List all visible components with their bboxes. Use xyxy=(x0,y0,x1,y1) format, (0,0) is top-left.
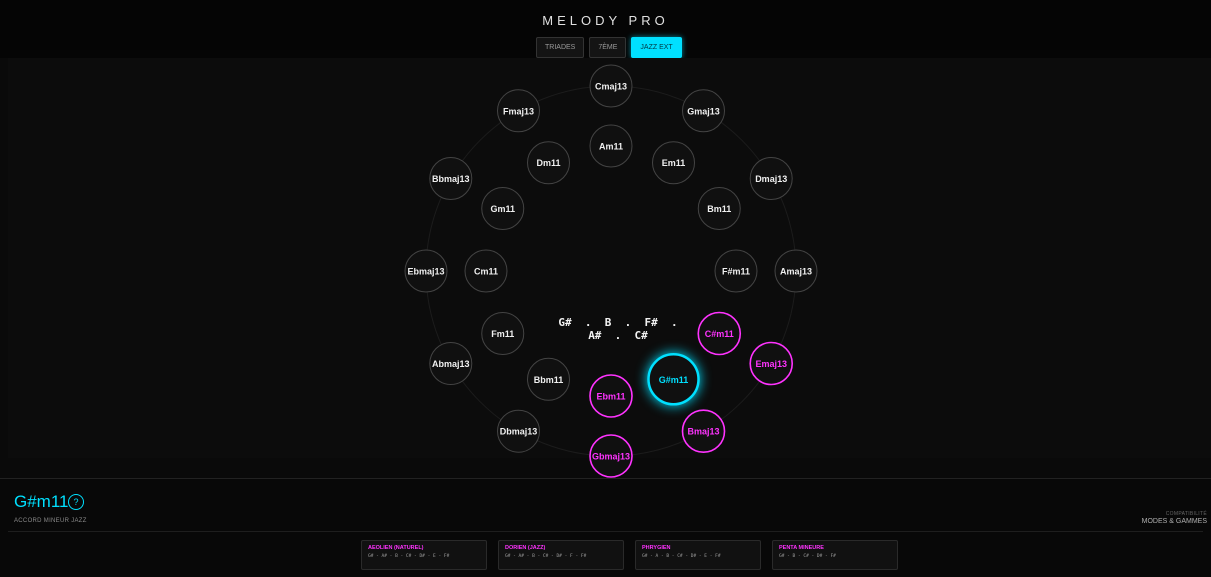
chord-label: Dmaj13 xyxy=(755,174,787,184)
chord-node-em11[interactable]: Em11 xyxy=(652,141,695,185)
chord-node-dmaj13[interactable]: Dmaj13 xyxy=(749,157,793,200)
chord-label: Ebm11 xyxy=(596,392,625,402)
chord-info-panel: G#m11 ? ACCORD MINEUR JAZZ COMPATIBILITÉ… xyxy=(0,478,1211,577)
chord-node-ebm11[interactable]: Ebm11 xyxy=(589,374,633,418)
chord-label: Bm11 xyxy=(707,204,731,214)
chord-label: Dm11 xyxy=(536,158,560,168)
chord-label: C#m11 xyxy=(705,329,734,339)
chord-node-am11[interactable]: Am11 xyxy=(589,124,633,168)
chord-label: Gbmaj13 xyxy=(592,452,630,462)
app-title: MELODY PRO xyxy=(542,13,669,28)
chord-node-bmaj13[interactable]: Bmaj13 xyxy=(681,409,726,454)
top-bar: MELODY PRO TRIADES 7ÈME JAZZ EXT xyxy=(0,0,1211,58)
chord-label: Bbm11 xyxy=(534,375,564,385)
compatibility-caption: COMPATIBILITÉ xyxy=(1165,511,1207,517)
chord-node-fm11[interactable]: Fm11 xyxy=(481,312,525,355)
chord-description: ACCORD MINEUR JAZZ xyxy=(14,518,87,524)
divider xyxy=(8,531,1203,532)
chord-label: Fm11 xyxy=(491,329,514,339)
chord-label: Amaj13 xyxy=(780,267,812,277)
chord-node-ebmaj13[interactable]: Ebmaj13 xyxy=(404,249,448,293)
chord-label: F#m11 xyxy=(722,267,750,277)
chord-label: G#m11 xyxy=(659,375,689,385)
chord-node-emaj13[interactable]: Emaj13 xyxy=(749,341,794,386)
scale-notes: G# - B - C# - D# - F# xyxy=(779,554,836,559)
scale-card-penta-mineure[interactable]: PENTA MINEURE G# - B - C# - D# - F# xyxy=(772,540,898,570)
chord-label: Bbmaj13 xyxy=(432,174,470,184)
chord-label: Am11 xyxy=(599,142,623,152)
chord-label: Emaj13 xyxy=(755,359,787,369)
scale-notes: G# - A# - B - C# - D# - F - F# xyxy=(505,554,587,559)
scale-notes: G# - A# - B - C# - D# - E - F# xyxy=(368,554,450,559)
scale-notes: G# - A - B - C# - D# - E - F# xyxy=(642,554,721,559)
scale-card-phrygien[interactable]: PHRYGIEN G# - A - B - C# - D# - E - F# xyxy=(635,540,761,570)
compatibility-title: MODES & GAMMES xyxy=(1141,518,1207,525)
tab-jazz-ext[interactable]: JAZZ EXT xyxy=(631,37,682,58)
scale-name: AEOLIEN (NATUREL) xyxy=(368,545,424,551)
scale-name: DORIEN (JAZZ) xyxy=(505,545,546,551)
chord-label: Cm11 xyxy=(474,267,498,277)
chord-node-cmaj13[interactable]: Cmaj13 xyxy=(589,64,633,108)
chord-label: Ebmaj13 xyxy=(407,267,444,277)
help-circle-icon[interactable]: ? xyxy=(68,494,84,510)
chord-label: Em11 xyxy=(662,158,686,168)
chord-node-dbmaj13[interactable]: Dbmaj13 xyxy=(497,409,540,453)
chord-node-dm11[interactable]: Dm11 xyxy=(527,141,570,185)
chord-label: Fmaj13 xyxy=(503,106,534,116)
chord-type-tabs: TRIADES 7ÈME JAZZ EXT xyxy=(536,37,682,58)
chord-node-amaj13[interactable]: Amaj13 xyxy=(774,249,818,293)
chord-wheel-area: Cmaj13 Gmaj13 Dmaj13 Amaj13 Emaj13 Bmaj13 Gbma… xyxy=(8,58,1211,478)
chord-node-gmaj13[interactable]: Gmaj13 xyxy=(682,89,725,133)
tab-7eme[interactable]: 7ÈME xyxy=(589,37,627,58)
chord-node-cm11[interactable]: Cm11 xyxy=(464,249,508,293)
scale-name: PENTA MINEURE xyxy=(779,545,824,551)
tab-triades[interactable]: TRIADES xyxy=(536,37,585,58)
chord-node-f-sharpm11[interactable]: F#m11 xyxy=(714,249,758,293)
chord-label: Gm11 xyxy=(490,204,515,214)
chord-node-bm11[interactable]: Bm11 xyxy=(697,187,741,230)
center-notes: G# . B . F# . A# . C# xyxy=(558,316,678,342)
chord-label: Abmaj13 xyxy=(432,359,470,369)
selected-chord-name: G#m11 xyxy=(14,492,69,511)
scale-name: PHRYGIEN xyxy=(642,545,671,551)
chord-node-gbmaj13[interactable]: Gbmaj13 xyxy=(589,434,633,478)
chord-label: Bmaj13 xyxy=(687,427,719,437)
chord-node-gm11[interactable]: Gm11 xyxy=(481,187,525,230)
chord-node-bbm11[interactable]: Bbm11 xyxy=(527,357,570,401)
chord-node-bbmaj13[interactable]: Bbmaj13 xyxy=(429,157,473,200)
chord-wheel: Cmaj13 Gmaj13 Dmaj13 Amaj13 Emaj13 Bmaj13 Gbma… xyxy=(404,64,818,478)
chord-node-abmaj13[interactable]: Abmaj13 xyxy=(429,342,473,385)
chord-label: Cmaj13 xyxy=(595,82,627,92)
scale-card-dorien[interactable]: DORIEN (JAZZ) G# - A# - B - C# - D# - F … xyxy=(498,540,624,570)
chord-node-fmaj13[interactable]: Fmaj13 xyxy=(497,89,540,133)
chord-label: Dbmaj13 xyxy=(500,427,538,437)
chord-node-g-sharpm11[interactable]: G#m11 xyxy=(647,353,700,406)
scale-card-aeolien[interactable]: AEOLIEN (NATUREL) G# - A# - B - C# - D# … xyxy=(361,540,487,570)
chord-label: Gmaj13 xyxy=(687,106,720,116)
